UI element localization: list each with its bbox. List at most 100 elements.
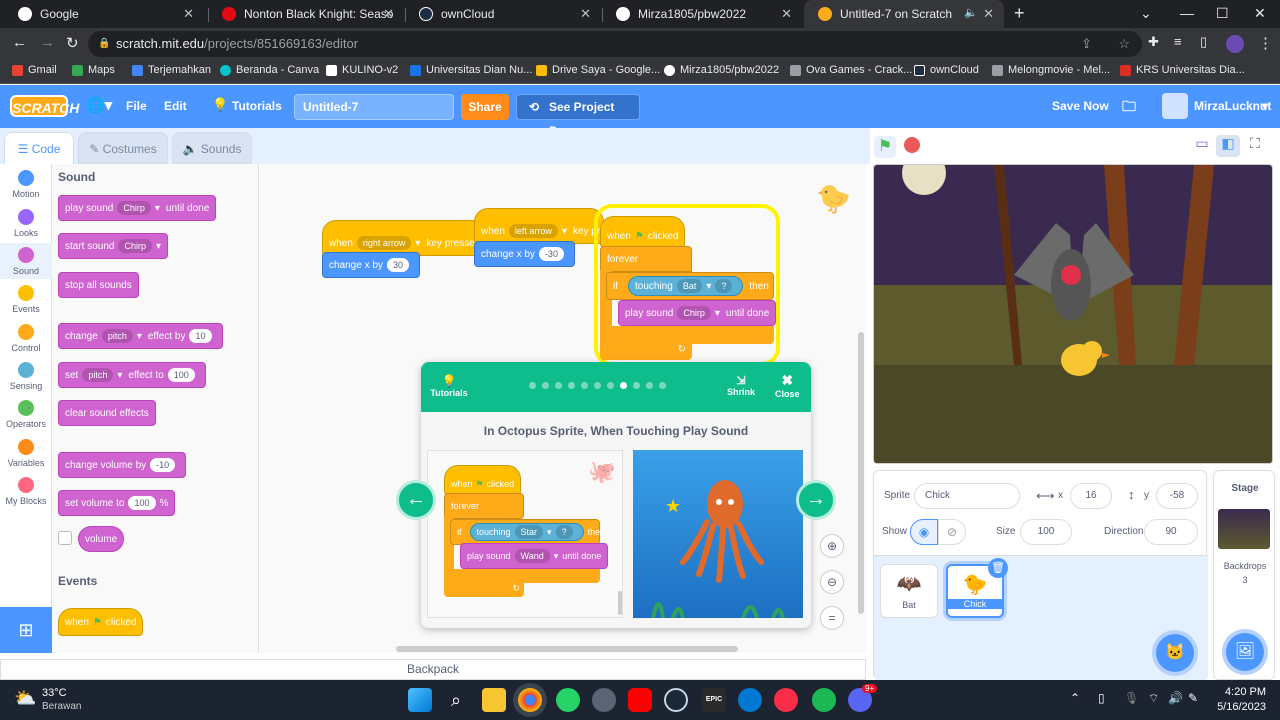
tab-sounds[interactable]: 🔈 Sounds <box>172 132 252 164</box>
bookmark[interactable]: ownCloud <box>914 64 979 76</box>
close-icon[interactable]: ✕ <box>580 6 591 22</box>
category-sensing[interactable]: Sensing <box>0 362 52 391</box>
step-dot[interactable] <box>555 382 562 389</box>
bookmark[interactable]: Maps <box>72 64 115 76</box>
steam-icon[interactable] <box>664 688 688 712</box>
maximize-icon[interactable]: ☐ <box>1216 5 1229 22</box>
category-events[interactable]: Events <box>0 285 52 314</box>
step-dot[interactable] <box>542 382 549 389</box>
step-dot[interactable] <box>633 382 640 389</box>
bookmark[interactable]: KRS Universitas Dia... <box>1120 64 1245 76</box>
workspace-hscrollbar[interactable] <box>396 646 738 652</box>
workspace-vscrollbar[interactable] <box>858 332 864 614</box>
weather-temp[interactable]: 33°C <box>42 687 67 699</box>
show-visible-icon[interactable]: ◉ <box>910 519 938 545</box>
close-icon[interactable]: ✕ <box>983 6 994 22</box>
zoom-out-icon[interactable]: ⊖ <box>820 570 844 594</box>
block-set-effect[interactable]: set pitch ▾ effect to 100 <box>58 362 206 388</box>
see-project-page-button[interactable]: ⟲See Project Page <box>516 94 640 138</box>
fullscreen-icon[interactable]: ⛶ <box>1250 135 1260 152</box>
close-window-icon[interactable]: ✕ <box>1254 5 1266 22</box>
category-my-blocks[interactable]: My Blocks <box>0 477 52 506</box>
youtube-icon[interactable] <box>628 688 652 712</box>
preview-scrollbar[interactable] <box>618 591 622 615</box>
star-icon[interactable]: ☆ <box>1118 31 1130 57</box>
block-when-key-pressed[interactable]: when right arrow ▾ key pressed <box>322 220 488 256</box>
large-stage-icon[interactable]: ◧ <box>1216 135 1240 157</box>
step-dot[interactable] <box>607 382 614 389</box>
block-when-flag-clicked[interactable]: when ⚑ clicked <box>58 608 144 636</box>
bookmark[interactable]: Mirza1805/pbw2022 <box>664 64 779 76</box>
windows-start-icon[interactable] <box>408 688 432 712</box>
tray-chevron-icon[interactable]: ⌃ <box>1070 691 1080 705</box>
music-icon[interactable] <box>774 688 798 712</box>
language-globe-icon[interactable]: 🌐▾ <box>86 96 112 114</box>
tab-costumes[interactable]: ✎ Costumes <box>78 132 168 164</box>
close-icon[interactable]: ✕ <box>383 6 394 22</box>
category-variables[interactable]: Variables <box>0 439 52 468</box>
search-icon[interactable]: ⌕ <box>444 688 468 712</box>
url-field[interactable]: 🔒 scratch.mit.edu/projects/851669163/edi… <box>88 31 1142 57</box>
spotify-icon[interactable] <box>812 688 836 712</box>
shrink-button[interactable]: ⇲ Shrink <box>727 374 755 397</box>
tutorials-menu[interactable]: Tutorials <box>232 99 282 113</box>
hide-icon[interactable]: ⊘ <box>938 519 966 545</box>
block-change-effect[interactable]: change pitch ▾ effect by 10 <box>58 323 223 349</box>
step-dot[interactable] <box>581 382 588 389</box>
block-change-volume[interactable]: change volume by -10 <box>58 452 187 478</box>
close-tutorial-button[interactable]: ✖ Close <box>775 372 800 399</box>
browser-tab[interactable]: Mirza1805/pbw2022 ✕ <box>602 0 802 28</box>
small-stage-icon[interactable]: ▭ <box>1190 135 1214 157</box>
browser-tab[interactable]: Nonton Black Knight: Season 1 E✕ <box>208 0 404 28</box>
my-stuff-folder-icon[interactable]: 🗀 <box>1122 96 1136 120</box>
y-input[interactable]: -58 <box>1156 483 1198 509</box>
file-explorer-icon[interactable] <box>482 688 506 712</box>
add-extension-icon[interactable]: ⊞ <box>0 607 52 653</box>
stop-icon[interactable] <box>904 137 920 153</box>
bookmark[interactable]: Terjemahkan <box>132 64 211 76</box>
file-menu[interactable]: File <box>126 99 147 113</box>
next-step-button[interactable]: → <box>796 480 836 520</box>
stage-canvas[interactable] <box>873 164 1273 464</box>
tab-search-icon[interactable]: ⌄ <box>1140 5 1152 22</box>
bookmark[interactable]: KULINO-v2 <box>326 64 398 76</box>
save-now-button[interactable]: Save Now <box>1052 99 1109 113</box>
block-forever[interactable]: forever <box>600 246 692 272</box>
clock-date[interactable]: 5/16/2023 <box>1206 701 1266 713</box>
volume-checkbox[interactable] <box>58 531 72 545</box>
bookmark[interactable]: Drive Saya - Google... <box>536 64 660 76</box>
delete-sprite-icon[interactable]: 🗑 <box>988 558 1008 578</box>
sprite-tile[interactable]: 🦇 Bat <box>880 564 938 618</box>
block-volume-reporter[interactable]: volume <box>78 526 125 552</box>
weather-desc[interactable]: Berawan <box>42 701 81 712</box>
green-flag-icon[interactable]: ⚑ <box>874 136 896 158</box>
store-icon[interactable] <box>738 688 762 712</box>
edit-menu[interactable]: Edit <box>164 99 187 113</box>
chrome-icon[interactable] <box>518 688 542 712</box>
browser-tab[interactable]: ownCloud ✕ <box>405 0 601 28</box>
back-icon[interactable]: ← <box>12 34 27 51</box>
zoom-reset-icon[interactable]: = <box>820 606 844 630</box>
size-input[interactable]: 100 <box>1020 519 1072 545</box>
extensions-icon[interactable]: ✚ <box>1148 34 1159 50</box>
close-icon[interactable]: ✕ <box>781 6 792 22</box>
pen-icon[interactable]: ✎ <box>1188 691 1198 705</box>
block-play-sound[interactable]: play sound Chirp ▾ until done <box>618 300 777 326</box>
reload-icon[interactable]: ↻ <box>66 34 79 52</box>
step-dot[interactable] <box>620 382 627 389</box>
wifi-icon[interactable]: ⌔ <box>1148 691 1159 706</box>
sprite-name-input[interactable]: Chick <box>914 483 1020 509</box>
minimize-icon[interactable]: — <box>1180 5 1194 21</box>
user-menu[interactable]: MirzaLucknut <box>1194 99 1271 113</box>
block-when-key-pressed[interactable]: when left arrow ▾ key pr <box>474 208 604 244</box>
media-icon[interactable]: ≡ <box>1174 34 1182 49</box>
browser-tab-active[interactable]: Untitled-7 on Scratch 🔈 ✕ <box>804 0 1004 28</box>
backdrop-thumbnail[interactable] <box>1218 509 1270 549</box>
battery-icon[interactable]: ▯ <box>1098 691 1105 705</box>
menu-icon[interactable]: ⋮ <box>1258 34 1273 52</box>
category-motion[interactable]: Motion <box>0 170 52 199</box>
step-dot[interactable] <box>646 382 653 389</box>
block-play-sound[interactable]: play sound Chirp ▾ until done <box>58 195 217 221</box>
volume-icon[interactable]: 🔊 <box>1168 691 1183 705</box>
direction-input[interactable]: 90 <box>1144 519 1198 545</box>
